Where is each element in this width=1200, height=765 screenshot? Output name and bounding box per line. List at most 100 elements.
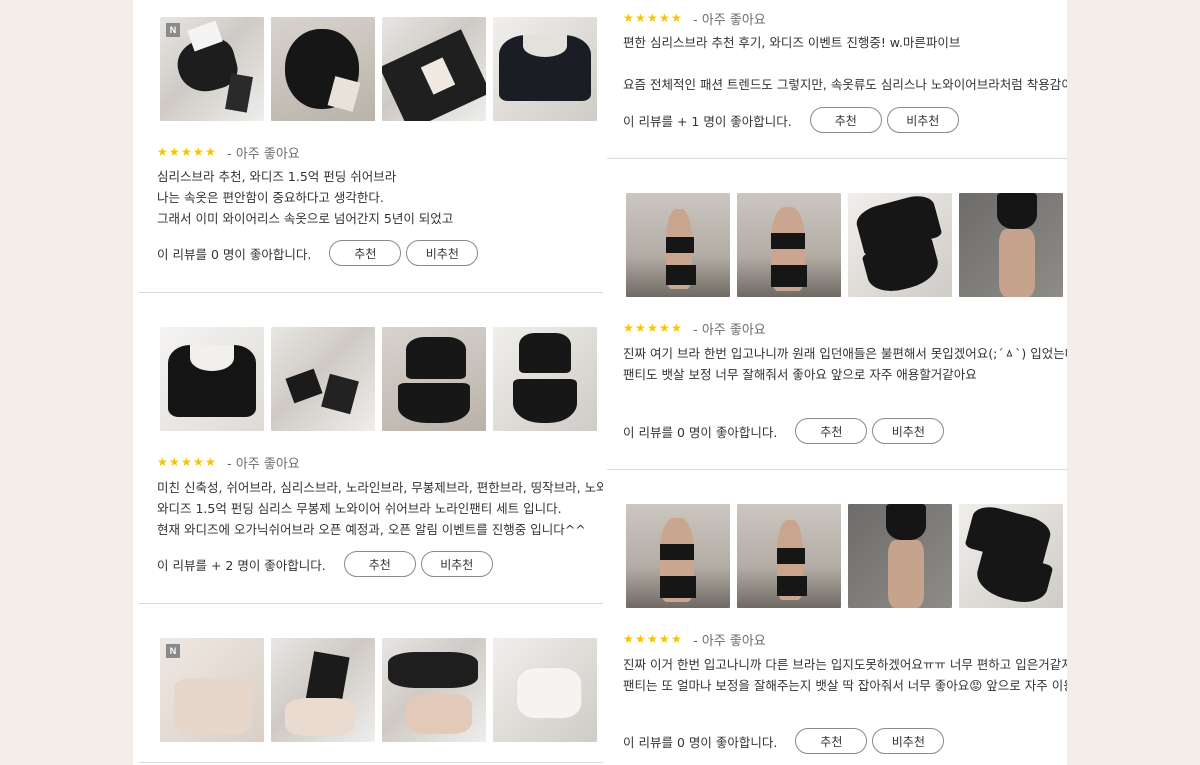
- like-count: 이 리뷰를 + 1 명이 좋아합니다.: [623, 113, 792, 129]
- review-photos: [160, 327, 597, 431]
- star-icon: ★: [623, 632, 634, 646]
- recommend-button[interactable]: 추천: [795, 728, 868, 754]
- review-photo[interactable]: [626, 193, 730, 297]
- recommend-button[interactable]: 추천: [343, 551, 416, 577]
- review-body: 진짜 이거 한번 입고나니까 다른 브라는 입지도못하겠어요ㅠㅠ 너무 편하고 …: [623, 654, 1067, 696]
- review-line: 진짜 이거 한번 입고나니까 다른 브라는 입지도못하겠어요ㅠㅠ 너무 편하고 …: [623, 657, 1067, 672]
- review-photo[interactable]: [382, 638, 486, 742]
- rating: ★ ★ ★ ★ ★ - 아주 좋아요: [157, 453, 300, 472]
- star-rating: ★ ★ ★ ★ ★: [157, 456, 217, 468]
- not-recommend-button[interactable]: 비추천: [872, 418, 945, 444]
- review-item: N: [133, 604, 603, 765]
- star-icon: ★: [157, 455, 168, 469]
- star-icon: ★: [671, 11, 682, 25]
- star-icon: ★: [623, 11, 634, 25]
- review-line: 진짜 여기 브라 한번 입고나니까 원래 입던애들은 불편해서 못입겠어요(;´…: [623, 346, 1067, 361]
- naver-badge: N: [166, 644, 180, 658]
- review-body: 진짜 여기 브라 한번 입고나니까 원래 입던애들은 불편해서 못입겠어요(;´…: [623, 343, 1067, 385]
- star-icon: ★: [659, 632, 670, 646]
- star-icon: ★: [181, 455, 192, 469]
- review-photos: [626, 504, 1063, 608]
- review-line: 현재 와디즈에 오가닉쉬어브라 오픈 예정과, 오픈 알림 이벤트를 진행중 입…: [157, 522, 586, 537]
- star-rating: ★ ★ ★ ★ ★: [623, 633, 683, 645]
- review-photos: N: [160, 17, 597, 121]
- divider: [139, 762, 603, 763]
- star-icon: ★: [659, 11, 670, 25]
- recommend-button[interactable]: 추천: [809, 107, 882, 133]
- star-icon: ★: [205, 145, 216, 159]
- star-icon: ★: [647, 632, 658, 646]
- review-photo[interactable]: [848, 193, 952, 297]
- review-photo[interactable]: N: [160, 17, 264, 121]
- star-icon: ★: [623, 321, 634, 335]
- review-body: 편한 심리스브라 추천 후기, 와디즈 이벤트 진행중! w.마른파이브 요즘 …: [623, 32, 1067, 95]
- vote-row: 이 리뷰를 0 명이 좋아합니다. 추천 비추천: [623, 418, 949, 444]
- review-page: N ★ ★ ★ ★ ★ - 아주 좋아요 심리스브라 추천, 와디즈 1.5억 …: [133, 0, 1067, 765]
- review-line: 팬티는 또 얼마나 보정을 잘해주는지 뱃살 딱 잡아줘서 너무 좋아요😡 앞으…: [623, 678, 1067, 693]
- review-photo[interactable]: [959, 193, 1063, 297]
- rating-text: - 아주 좋아요: [227, 456, 300, 472]
- rating: ★ ★ ★ ★ ★ - 아주 좋아요: [623, 630, 766, 649]
- review-photos: N: [160, 638, 597, 742]
- star-icon: ★: [635, 11, 646, 25]
- review-photo[interactable]: [160, 327, 264, 431]
- vote-row: 이 리뷰를 0 명이 좋아합니다. 추천 비추천: [157, 240, 483, 266]
- star-icon: ★: [635, 632, 646, 646]
- not-recommend-button[interactable]: 비추천: [886, 107, 959, 133]
- not-recommend-button[interactable]: 비추천: [420, 551, 493, 577]
- review-photo[interactable]: [626, 504, 730, 608]
- review-photo[interactable]: [271, 638, 375, 742]
- recommend-button[interactable]: 추천: [795, 418, 868, 444]
- review-item: N ★ ★ ★ ★ ★ - 아주 좋아요 심리스브라 추천, 와디즈 1.5억 …: [133, 0, 603, 292]
- rating-text: - 아주 좋아요: [693, 12, 766, 28]
- review-column-right: ★ ★ ★ ★ ★ - 아주 좋아요 편한 심리스브라 추천 후기, 와디즈 이…: [607, 0, 1067, 765]
- star-rating: ★ ★ ★ ★ ★: [157, 146, 217, 158]
- rating: ★ ★ ★ ★ ★ - 아주 좋아요: [623, 9, 766, 28]
- star-icon: ★: [193, 455, 204, 469]
- review-photo[interactable]: [959, 504, 1063, 608]
- star-icon: ★: [181, 145, 192, 159]
- review-line: [623, 53, 1067, 74]
- rating-text: - 아주 좋아요: [693, 322, 766, 338]
- star-icon: ★: [157, 145, 168, 159]
- review-item: ★ ★ ★ ★ ★ - 아주 좋아요 미친 신축성, 쉬어브라, 심리스브라, …: [133, 293, 603, 603]
- not-recommend-button[interactable]: 비추천: [406, 240, 479, 266]
- star-icon: ★: [647, 11, 658, 25]
- not-recommend-button[interactable]: 비추천: [872, 728, 945, 754]
- review-photo[interactable]: [737, 193, 841, 297]
- review-photo[interactable]: [271, 327, 375, 431]
- star-rating: ★ ★ ★ ★ ★: [623, 12, 683, 24]
- review-line: 미친 신축성, 쉬어브라, 심리스브라, 노라인브라, 무봉제브라, 편한브라,…: [157, 480, 603, 495]
- vote-row: 이 리뷰를 0 명이 좋아합니다. 추천 비추천: [623, 728, 949, 754]
- review-item: ★ ★ ★ ★ ★ - 아주 좋아요 편한 심리스브라 추천 후기, 와디즈 이…: [607, 0, 1067, 158]
- review-photo[interactable]: [382, 17, 486, 121]
- star-icon: ★: [671, 321, 682, 335]
- vote-row: 이 리뷰를 + 1 명이 좋아합니다. 추천 비추천: [623, 107, 964, 133]
- review-item: ★ ★ ★ ★ ★ - 아주 좋아요 진짜 이거 한번 입고나니까 다른 브라는…: [607, 470, 1067, 765]
- like-count: 이 리뷰를 0 명이 좋아합니다.: [623, 734, 778, 750]
- review-line: 심리스브라 추천, 와디즈 1.5억 펀딩 쉬어브라: [157, 169, 397, 184]
- review-photo[interactable]: [737, 504, 841, 608]
- review-line: 그래서 이미 와이어리스 속옷으로 넘어간지 5년이 되었고: [157, 211, 454, 226]
- review-photo[interactable]: [493, 17, 597, 121]
- review-photo[interactable]: [848, 504, 952, 608]
- review-line: 요즘 전체적인 패션 트렌드도 그렇지만, 속옷류도 심리스나 노와이어브라처럼…: [623, 77, 1067, 92]
- star-icon: ★: [169, 455, 180, 469]
- review-body: 미친 신축성, 쉬어브라, 심리스브라, 노라인브라, 무봉제브라, 편한브라,…: [157, 477, 603, 540]
- like-count: 이 리뷰를 0 명이 좋아합니다.: [157, 246, 312, 262]
- star-icon: ★: [671, 632, 682, 646]
- review-photo[interactable]: [382, 327, 486, 431]
- review-column-left: N ★ ★ ★ ★ ★ - 아주 좋아요 심리스브라 추천, 와디즈 1.5억 …: [133, 0, 603, 765]
- star-rating: ★ ★ ★ ★ ★: [623, 322, 683, 334]
- review-photo[interactable]: [271, 17, 375, 121]
- rating: ★ ★ ★ ★ ★ - 아주 좋아요: [623, 319, 766, 338]
- review-photo[interactable]: [493, 327, 597, 431]
- rating-text: - 아주 좋아요: [693, 633, 766, 649]
- review-line: 팬티도 뱃살 보정 너무 잘해줘서 좋아요 앞으로 자주 애용할거같아요: [623, 367, 977, 382]
- recommend-button[interactable]: 추천: [329, 240, 402, 266]
- star-icon: ★: [205, 455, 216, 469]
- review-line: 와디즈 1.5억 펀딩 심리스 무봉제 노와이어 쉬어브라 노라인팬티 세트 입…: [157, 501, 562, 516]
- star-icon: ★: [635, 321, 646, 335]
- review-photo[interactable]: [493, 638, 597, 742]
- review-photo[interactable]: N: [160, 638, 264, 742]
